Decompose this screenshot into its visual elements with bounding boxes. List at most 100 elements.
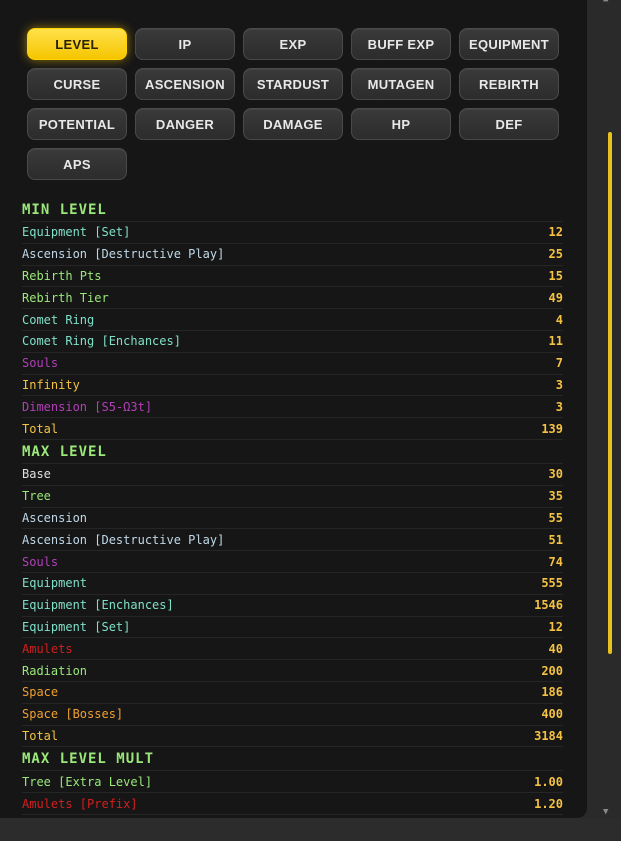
stat-label: Equipment [Set] [22, 225, 131, 240]
stat-row: Ascension [Destructive Play] 25 [22, 244, 563, 266]
tab-mutagen[interactable]: MUTAGEN [351, 68, 451, 100]
stat-row: Amulets [Prefix] 1.20 [22, 793, 563, 815]
stat-row: Base 30 [22, 464, 563, 486]
stat-row: Equipment 555 [22, 573, 563, 595]
stat-value: 1.00 [534, 774, 563, 789]
stat-row: Tree 35 [22, 486, 563, 508]
tab-ascension[interactable]: ASCENSION [135, 68, 235, 100]
tab-equipment[interactable]: EQUIPMENT [459, 28, 559, 60]
stat-label: Total [22, 728, 59, 743]
stat-value: 1546 [534, 598, 563, 613]
section-title: MAX LEVEL MULT [22, 747, 563, 772]
stat-row: Rebirth Pts 15 [22, 266, 563, 288]
stat-row: Infinity 3 [22, 375, 563, 397]
stat-value: 3 [555, 377, 563, 392]
stat-row: Total 139 [22, 418, 563, 440]
stat-row: Comet Ring 4 [22, 309, 563, 331]
stat-value: 12 [548, 225, 563, 240]
tab-curse[interactable]: CURSE [27, 68, 127, 100]
stat-row: Souls 74 [22, 551, 563, 573]
stat-label: Amulets [Prefix] [22, 796, 138, 811]
stat-value: 49 [548, 290, 563, 305]
stat-value: 30 [548, 467, 563, 482]
stat-label: Infinity [22, 377, 80, 392]
stat-row: Tree [Extra Level] 1.00 [22, 771, 563, 794]
stat-label: Radiation [22, 663, 88, 678]
tab-danger[interactable]: DANGER [135, 108, 235, 140]
section-title: MIN LEVEL [22, 198, 563, 222]
tab-aps[interactable]: APS [27, 148, 127, 180]
stat-label: Souls [22, 554, 59, 569]
stat-value: 7 [555, 356, 563, 371]
stat-row: Radiation 200 [22, 660, 563, 682]
stat-label: Rebirth Pts [22, 268, 102, 283]
stat-label: Rebirth Tier [22, 290, 109, 305]
stat-row: Ascension 55 [22, 508, 563, 530]
stat-label: Base [22, 467, 51, 482]
stat-row: Total 3184 [22, 726, 563, 748]
tab-def[interactable]: DEF [459, 108, 559, 140]
stat-row: Space [Bosses] 400 [22, 704, 563, 726]
stat-value: 15 [548, 268, 563, 283]
stat-label: Amulets [22, 641, 73, 656]
stat-label: Tree [Extra Level] [22, 774, 153, 789]
stat-category-tabs: LEVEL IP EXP BUFF EXP EQUIPMENT CURSE ASCENSIO… [27, 28, 559, 180]
stat-value: 4 [555, 312, 563, 327]
stat-label: Comet Ring [Enchances] [22, 334, 181, 349]
stat-value: 55 [548, 510, 563, 525]
stat-row: Space 186 [22, 682, 563, 704]
tab-stardust[interactable]: STARDUST [243, 68, 343, 100]
scroll-up-arrow-icon[interactable]: ▲ [603, 0, 608, 4]
stat-label: Ascension [Destructive Play] [22, 247, 225, 262]
stat-label: Ascension [22, 510, 88, 525]
section-title: MAX LEVEL [22, 440, 563, 464]
scrollbar-thumb[interactable] [608, 132, 612, 654]
stat-value: 35 [548, 489, 563, 504]
tab-buff-exp[interactable]: BUFF EXP [351, 28, 451, 60]
stat-label: Tree [22, 489, 51, 504]
stat-value: 1.20 [534, 796, 563, 811]
stat-label: Comet Ring [22, 312, 95, 327]
stat-row: Dimension [S5-Ω3t] 3 [22, 396, 563, 419]
tab-potential[interactable]: POTENTIAL [27, 108, 127, 140]
stats-content: MIN LEVEL Equipment [Set] 12 Ascension [Des… [22, 198, 563, 815]
tab-ip[interactable]: IP [135, 28, 235, 60]
stat-label: Ascension [Destructive Play] [22, 532, 225, 547]
bottom-bar [0, 818, 621, 841]
stat-label: Dimension [S5-Ω3t] [22, 399, 153, 414]
stat-value: 11 [548, 334, 563, 349]
stat-value: 186 [541, 685, 563, 700]
stat-value: 555 [541, 576, 563, 591]
stats-panel: LEVEL IP EXP BUFF EXP EQUIPMENT CURSE ASCENSIO… [0, 0, 587, 818]
stat-value: 51 [548, 532, 563, 547]
stat-label: Equipment [Set] [22, 619, 131, 634]
stat-value: 74 [548, 554, 563, 569]
stat-label: Equipment [22, 576, 88, 591]
stat-value: 12 [548, 619, 563, 634]
tab-rebirth[interactable]: REBIRTH [459, 68, 559, 100]
tab-level[interactable]: LEVEL [27, 28, 127, 60]
stat-value: 139 [541, 421, 563, 436]
stat-row: Equipment [Enchances] 1546 [22, 595, 563, 617]
scrollbar[interactable]: ▲ ▼ [587, 0, 621, 818]
tab-exp[interactable]: EXP [243, 28, 343, 60]
tab-hp[interactable]: HP [351, 108, 451, 140]
stat-row: Equipment [Set] 12 [22, 617, 563, 639]
stat-label: Total [22, 421, 59, 436]
stat-row: Rebirth Tier 49 [22, 287, 563, 310]
stat-row: Ascension [Destructive Play] 51 [22, 529, 563, 552]
stat-value: 40 [548, 641, 563, 656]
stat-label: Space [22, 685, 59, 700]
tab-damage[interactable]: DAMAGE [243, 108, 343, 140]
stat-value: 400 [541, 707, 563, 722]
stat-label: Equipment [Enchances] [22, 598, 174, 613]
stat-row: Amulets 40 [22, 638, 563, 661]
stat-row: Souls 7 [22, 353, 563, 375]
scroll-down-arrow-icon[interactable]: ▼ [603, 807, 608, 817]
stat-row: Equipment [Set] 12 [22, 222, 563, 244]
stat-value: 3 [555, 399, 563, 414]
stat-row: Comet Ring [Enchances] 11 [22, 331, 563, 353]
stat-value: 3184 [534, 728, 563, 743]
stat-value: 200 [541, 663, 563, 678]
stat-value: 25 [548, 247, 563, 262]
